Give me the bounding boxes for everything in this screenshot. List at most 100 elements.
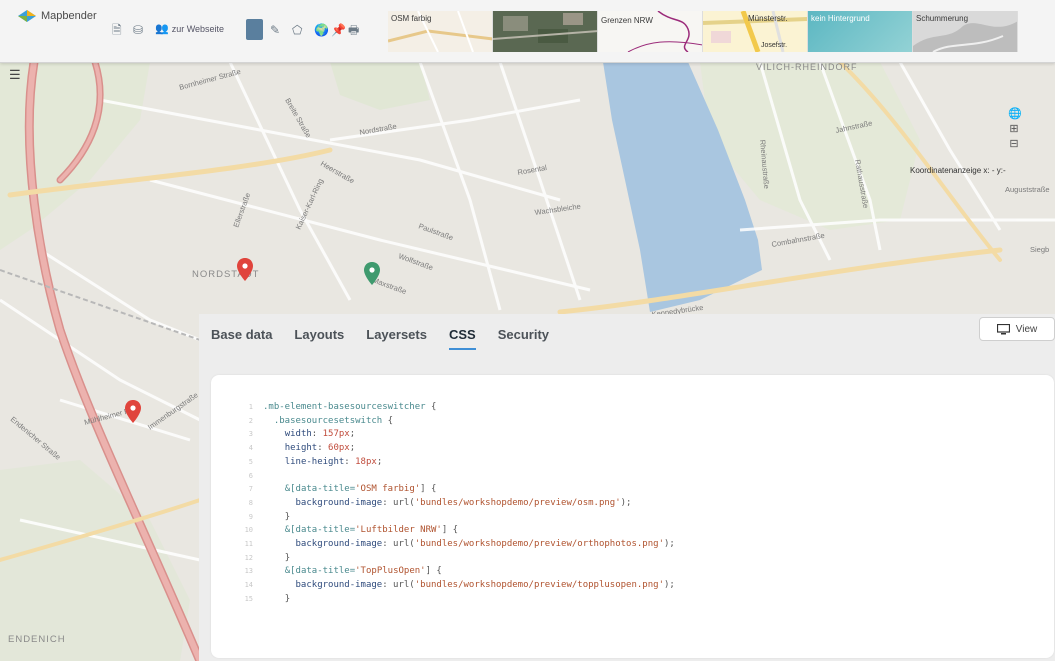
code-token: 157px <box>322 429 350 440</box>
code-token: ] { <box>441 525 459 536</box>
basemap-label: OSM farbig <box>391 14 432 23</box>
line-number: 6 <box>248 471 253 480</box>
code-line[interactable]: 9 } <box>237 511 675 525</box>
basemap-label: kein Hintergrund <box>811 14 870 23</box>
code-line[interactable]: 13 &[data-title='TopPlusOpen'] { <box>237 565 675 579</box>
code-text: background-image: url('bundles/workshopd… <box>263 579 675 593</box>
code-token: line-height <box>284 456 345 467</box>
code-line[interactable]: 7 &[data-title='OSM farbig'] { <box>237 483 675 497</box>
code-line[interactable]: 4 height: 60px; <box>237 442 675 456</box>
globe-icon[interactable]: 🌍 <box>314 22 329 38</box>
legend-icon[interactable]: 🗎 <box>112 22 122 38</box>
code-token: &[data-title= <box>284 525 356 536</box>
line-number: 10 <box>244 526 253 535</box>
code-token: background-image <box>295 497 383 508</box>
basemap-label: Schummerung <box>916 14 969 23</box>
basemap-label: Grenzen NRW <box>601 16 653 25</box>
zoom-out-icon[interactable]: ⊟ <box>1008 138 1020 151</box>
line-number: 5 <box>248 457 253 466</box>
globe-icon[interactable]: 🌐 <box>1008 108 1022 121</box>
svg-text:Münsterstr.: Münsterstr. <box>748 14 788 23</box>
code-token: ); <box>663 580 675 591</box>
code-line[interactable]: 6 <box>237 470 675 484</box>
code-token: &[data-title= <box>284 566 356 577</box>
code-line[interactable]: 11 background-image: url('bundles/worksh… <box>237 538 675 552</box>
line-number: 13 <box>244 567 253 576</box>
code-text: background-image: url('bundles/workshopd… <box>263 538 675 552</box>
mapbender-logo-icon <box>18 10 36 22</box>
svg-text:Josefstr.: Josefstr. <box>761 42 787 49</box>
code-token: ; <box>376 456 383 467</box>
view-button[interactable]: View <box>979 317 1055 341</box>
line-number: 14 <box>244 581 253 590</box>
line-number: 8 <box>248 498 253 507</box>
code-token: 18px <box>355 456 377 467</box>
line-number: 12 <box>244 553 253 562</box>
code-token: : url( <box>382 497 415 508</box>
code-token: .mb-element-basesourceswitcher <box>263 402 426 412</box>
code-token: ; <box>349 443 356 454</box>
measure-line-icon[interactable]: ✎ <box>270 22 280 38</box>
basemap-topplusopen[interactable]: Münsterstr. Josefstr. <box>703 11 808 52</box>
measure-area-icon[interactable]: ⬠ <box>292 22 302 38</box>
zoom-in-icon[interactable]: ⊞ <box>1008 123 1020 136</box>
tab-security[interactable]: Security <box>498 327 549 350</box>
code-line[interactable]: 10 &[data-title='Luftbilder NRW'] { <box>237 524 675 538</box>
code-token: { <box>425 402 437 412</box>
menu-icon[interactable]: ☰ <box>9 67 21 83</box>
label-endenich: ENDENICH <box>8 634 66 645</box>
code-token: ; <box>349 429 356 440</box>
basemap-grenzen[interactable]: Grenzen NRW <box>598 11 703 52</box>
marker-tool-icon[interactable] <box>246 19 263 40</box>
code-token: { <box>382 415 394 426</box>
code-token: 60px <box>328 443 350 454</box>
layers-icon[interactable]: ⛁ <box>133 22 143 38</box>
code-token: : <box>317 443 329 454</box>
tab-layersets[interactable]: Layersets <box>366 327 427 350</box>
code-text: } <box>263 593 290 607</box>
css-editor[interactable]: 1 .mb-element-basesourceswitcher {2 .base… <box>211 375 1054 658</box>
code-line[interactable]: 3 width: 157px; <box>237 428 675 442</box>
tab-base-data[interactable]: Base data <box>211 327 272 350</box>
code-line[interactable]: 1 .mb-element-basesourceswitcher { <box>237 401 675 415</box>
line-number: 1 <box>248 403 253 411</box>
tab-css[interactable]: CSS <box>448 327 476 350</box>
code-token: .basesourcesetswitch <box>273 415 383 426</box>
pin-icon[interactable]: 📌 <box>331 22 346 38</box>
code-line[interactable]: 14 background-image: url('bundles/worksh… <box>237 579 675 593</box>
code-line[interactable]: 8 background-image: url('bundles/worksho… <box>237 497 675 511</box>
basemap-schummerung[interactable]: Schummerung <box>913 11 1018 52</box>
users-icon: 👥 <box>155 23 169 35</box>
code-line[interactable]: 12 } <box>237 552 675 566</box>
code-text: } <box>263 552 290 566</box>
view-button-label: View <box>1015 323 1038 335</box>
code-token: width <box>284 429 312 440</box>
app-logo[interactable]: Mapbender <box>17 9 97 23</box>
code-token: ] { <box>425 566 442 577</box>
line-number: 15 <box>244 594 253 603</box>
tab-layouts[interactable]: Layouts <box>294 327 344 350</box>
website-link[interactable]: 👥 zur Webseite <box>155 22 224 35</box>
basemap-kein-hintergrund[interactable]: kein Hintergrund <box>808 11 913 52</box>
code-text: &[data-title='OSM farbig'] { <box>263 483 437 497</box>
code-line[interactable]: 15 } <box>237 593 675 607</box>
basemap-luftbilder[interactable] <box>493 11 598 52</box>
code-text: .mb-element-basesourceswitcher { <box>263 401 436 415</box>
line-number: 9 <box>248 512 253 521</box>
basemap-osm[interactable]: OSM farbig <box>388 11 493 52</box>
code-token: background-image <box>295 580 383 591</box>
print-icon[interactable]: 🖶 <box>348 22 359 38</box>
code-text: .basesourcesetswitch { <box>263 415 393 429</box>
website-link-label: zur Webseite <box>171 23 225 34</box>
code-token: : <box>311 429 323 440</box>
code-line[interactable]: 2 .basesourcesetswitch { <box>237 415 675 429</box>
map-controls: 🌐 ⊞ ⊟ <box>1007 108 1022 151</box>
code-line[interactable]: 5 line-height: 18px; <box>237 456 675 470</box>
